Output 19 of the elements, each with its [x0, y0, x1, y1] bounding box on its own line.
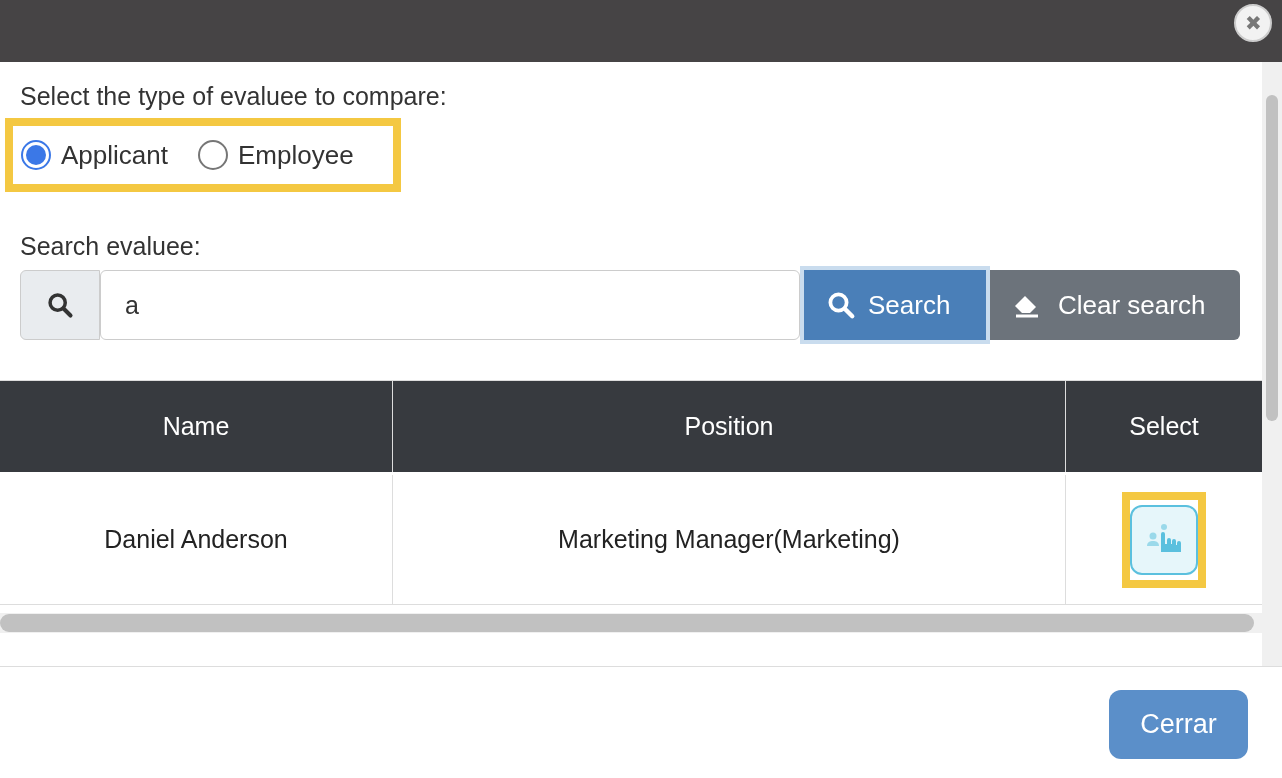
search-field[interactable]: a: [100, 270, 800, 340]
column-header: Name: [162, 410, 230, 442]
search-icon: [46, 291, 74, 319]
search-icon: [826, 290, 856, 320]
close-button[interactable]: ✖: [1234, 4, 1272, 42]
vertical-scrollbar[interactable]: [1262, 62, 1282, 666]
horizontal-scrollbar[interactable]: [0, 613, 1262, 633]
select-button[interactable]: [1130, 504, 1198, 575]
table-cell-text: Daniel Anderson: [104, 523, 288, 555]
close-button[interactable]: Cerrar: [1109, 690, 1248, 759]
search-button[interactable]: Search: [800, 266, 990, 344]
type-prompt: Select the type of evaluee to compare:: [20, 82, 447, 110]
clear-search-button[interactable]: Clear search: [990, 270, 1240, 340]
radio-option[interactable]: Employee: [197, 135, 354, 175]
column-header: Position: [684, 410, 774, 442]
radio-option[interactable]: Applicant: [21, 135, 168, 175]
table-cell-text: Marketing Manager(Marketing): [558, 523, 900, 555]
search-label: Search evaluee:: [20, 232, 201, 260]
column-header: Select: [1129, 410, 1199, 442]
